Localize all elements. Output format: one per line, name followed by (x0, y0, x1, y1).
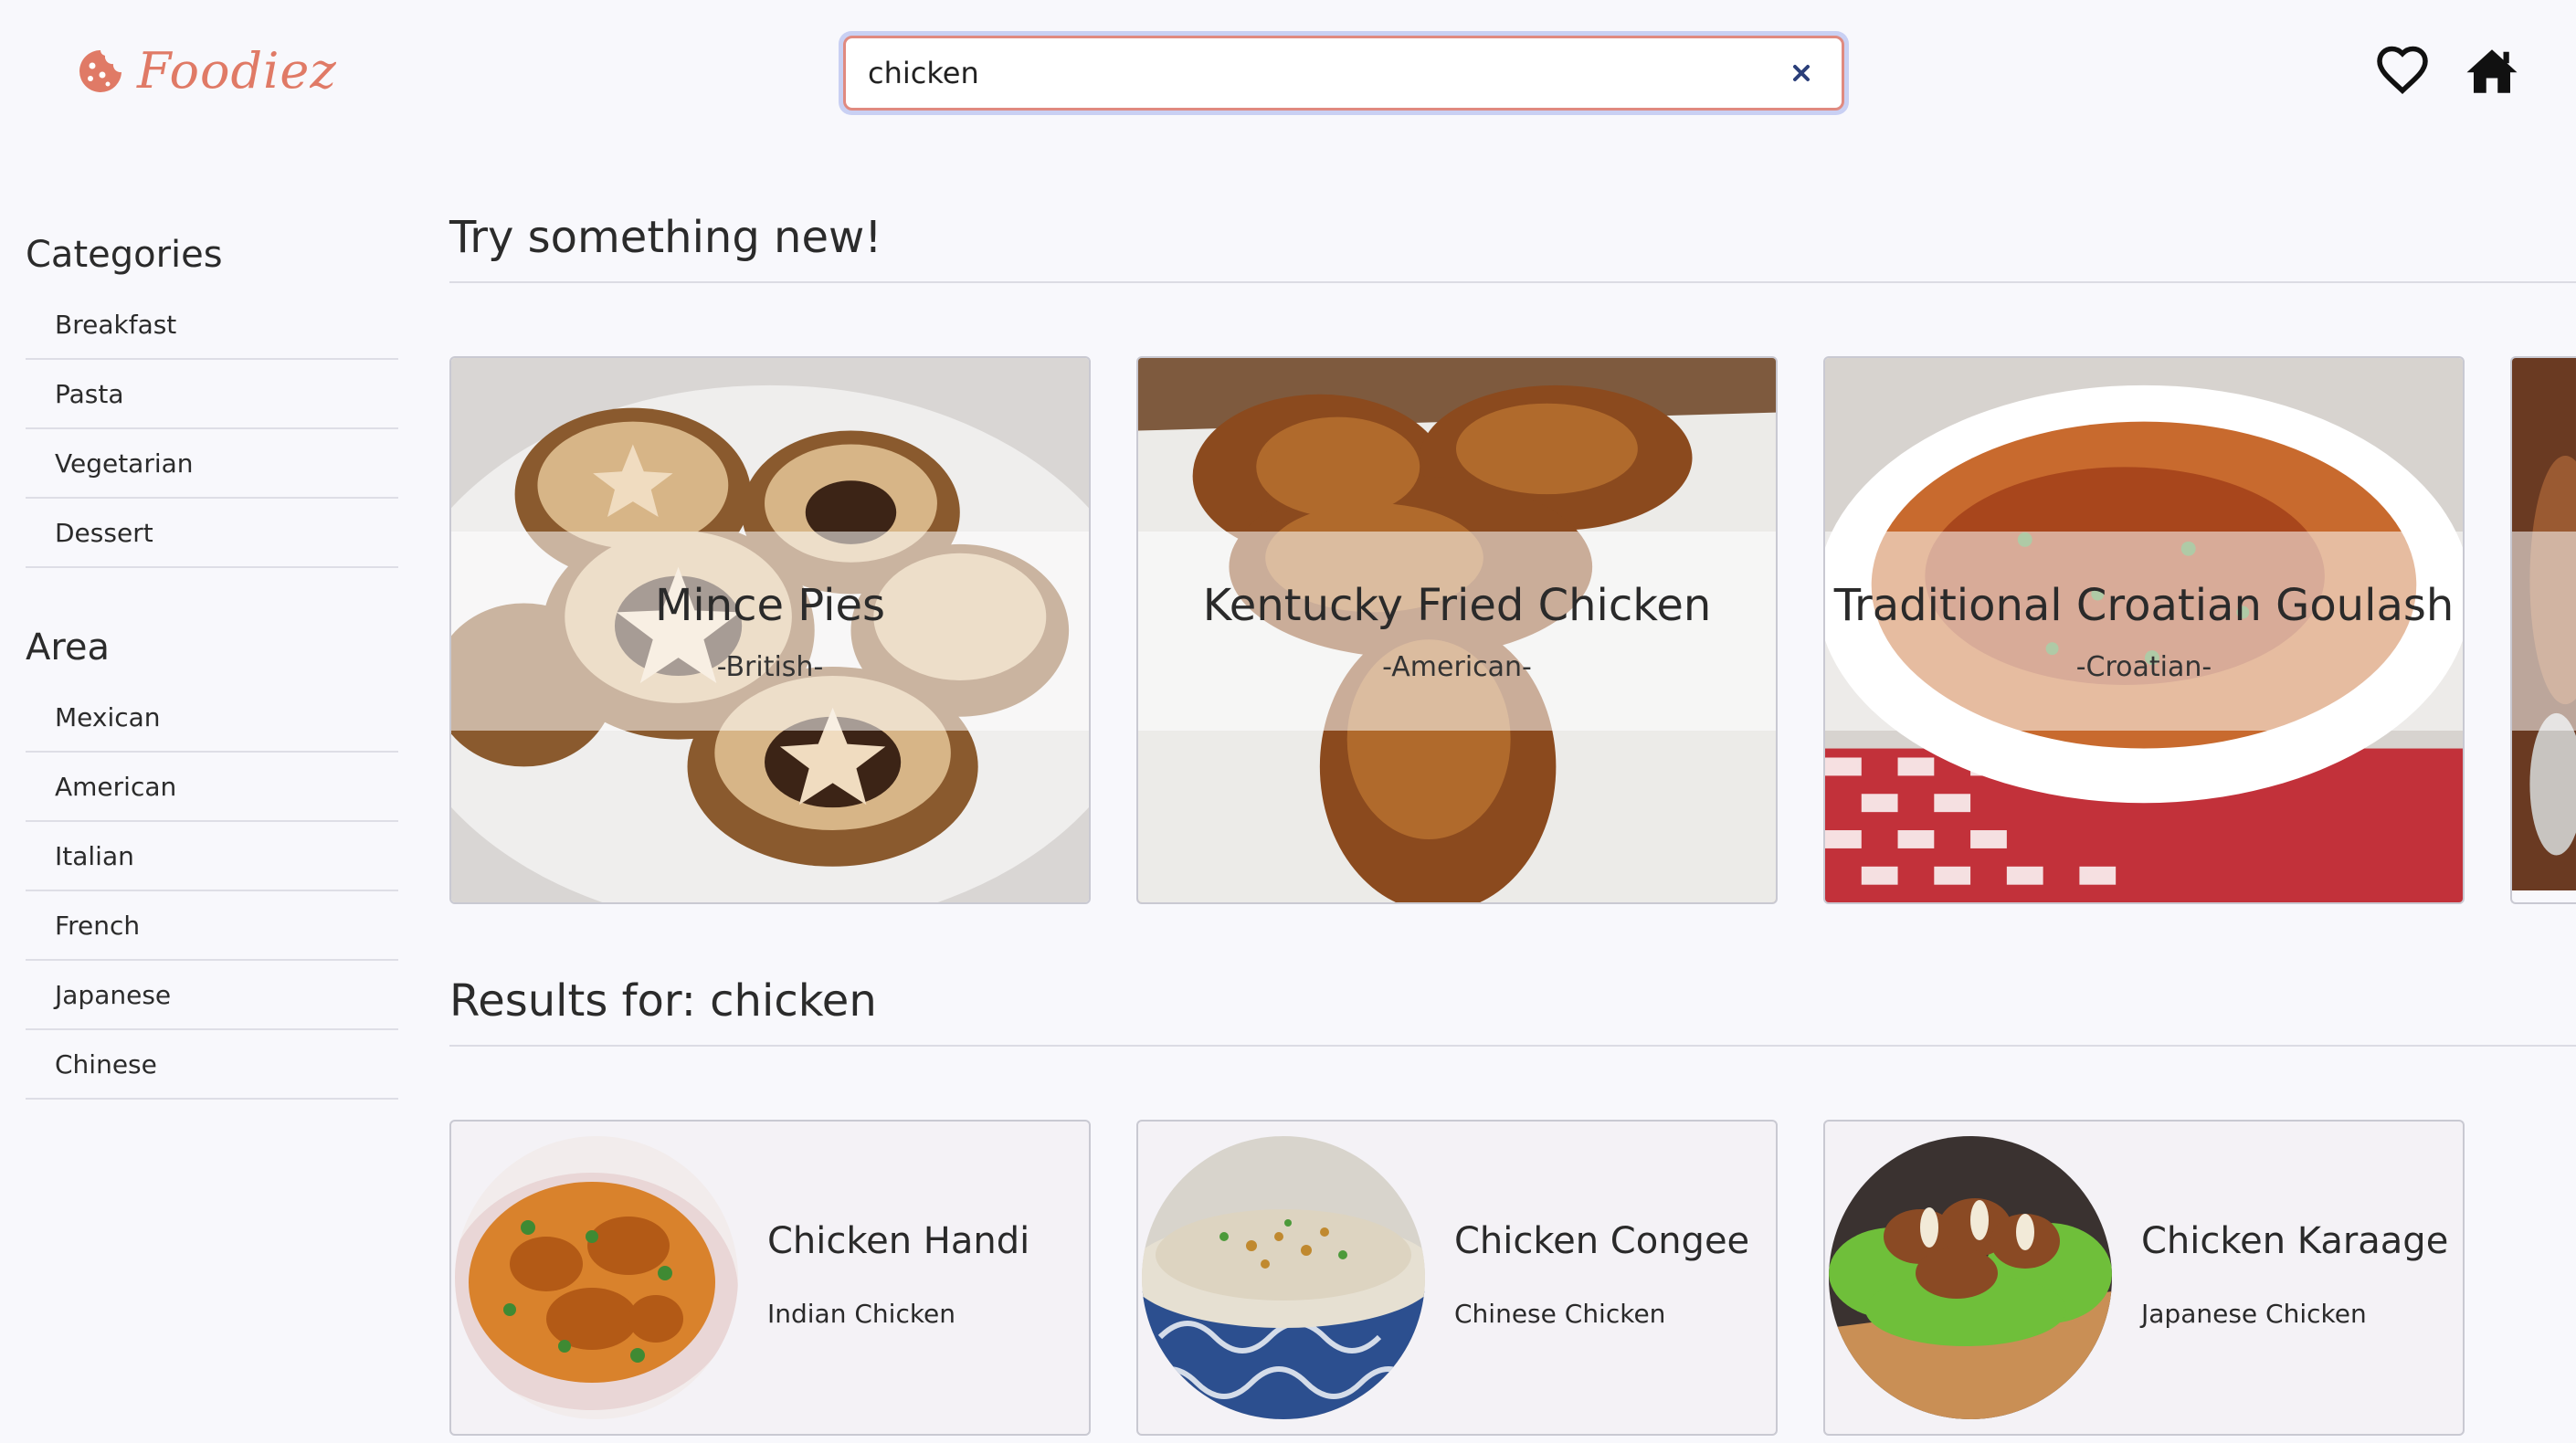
home-icon (2466, 49, 2518, 93)
area-item-french[interactable]: French (26, 891, 398, 961)
recipe-name: Kentucky Fried Chicken (1202, 579, 1712, 631)
area-item-japanese[interactable]: Japanese (26, 961, 398, 1030)
brand-name: Foodiez (137, 42, 337, 100)
random-card-kentucky-fried-chicken[interactable]: Kentucky Fried Chicken -American- (1136, 356, 1778, 904)
area-item-chinese[interactable]: Chinese (26, 1030, 398, 1100)
heart-icon (2377, 46, 2428, 95)
random-card-label (2512, 532, 2576, 731)
recipe-subtitle: Indian Chicken (767, 1299, 956, 1329)
search-input[interactable] (868, 56, 1783, 90)
area-item-american[interactable]: American (26, 753, 398, 822)
recipe-name: Traditional Croatian Goulash (1833, 579, 2455, 631)
area-item-italian[interactable]: Italian (26, 822, 398, 891)
category-item-dessert[interactable]: Dessert (26, 499, 398, 568)
recipe-subtitle: Japanese Chicken (2141, 1299, 2367, 1329)
recipe-subtitle: Chinese Chicken (1454, 1299, 1666, 1329)
categories-heading: Categories (26, 234, 223, 276)
recipe-thumbnail (1829, 1136, 2112, 1419)
result-card-chicken-congee[interactable]: Chicken Congee Chinese Chicken (1136, 1120, 1778, 1436)
recipe-thumbnail (1142, 1136, 1425, 1419)
random-card-mince-pies[interactable]: Mince Pies -British- (449, 356, 1091, 904)
cookie-icon (79, 49, 121, 92)
area-heading: Area (26, 627, 111, 669)
category-item-breakfast[interactable]: Breakfast (26, 290, 398, 360)
area-list: Mexican American Italian French Japanese… (26, 683, 398, 1100)
category-item-vegetarian[interactable]: Vegetarian (26, 429, 398, 499)
random-card-label: Traditional Croatian Goulash -Croatian- (1825, 532, 2463, 731)
favorites-button[interactable] (2375, 44, 2430, 99)
recipe-area: -American- (1382, 650, 1532, 683)
area-item-mexican[interactable]: Mexican (26, 683, 398, 753)
search-field-wrapper (843, 36, 1844, 111)
random-card-croatian-goulash[interactable]: Traditional Croatian Goulash -Croatian- (1823, 356, 2465, 904)
recipe-name: Chicken Congee (1454, 1220, 1750, 1262)
sidebar: Categories Breakfast Pasta Vegetarian De… (26, 234, 398, 1100)
category-item-pasta[interactable]: Pasta (26, 360, 398, 429)
recipe-area: -Croatian- (2075, 650, 2212, 683)
brand-logo[interactable]: Foodiez (77, 42, 337, 100)
random-section-title: Try something new! (449, 212, 882, 263)
recipe-name: Mince Pies (654, 579, 886, 631)
categories-list: Breakfast Pasta Vegetarian Dessert (26, 290, 398, 568)
results-section-divider (449, 1045, 2576, 1047)
close-icon (1793, 65, 1810, 81)
recipe-name: Chicken Handi (767, 1220, 1030, 1262)
clear-search-button[interactable] (1783, 55, 1820, 91)
random-section-divider (449, 281, 2576, 283)
recipe-area: -British- (716, 650, 824, 683)
random-card-label: Kentucky Fried Chicken -American- (1138, 532, 1776, 731)
random-card-partial[interactable] (2510, 356, 2576, 904)
result-card-chicken-karaage[interactable]: Chicken Karaage Japanese Chicken (1823, 1120, 2465, 1436)
random-card-label: Mince Pies -British- (451, 532, 1089, 731)
search-box (839, 31, 1849, 115)
results-section-title: Results for: chicken (449, 975, 877, 1027)
recipe-name: Chicken Karaage (2141, 1220, 2449, 1262)
recipe-thumbnail (455, 1136, 738, 1419)
result-card-chicken-handi[interactable]: Chicken Handi Indian Chicken (449, 1120, 1091, 1436)
home-button[interactable] (2465, 44, 2519, 99)
